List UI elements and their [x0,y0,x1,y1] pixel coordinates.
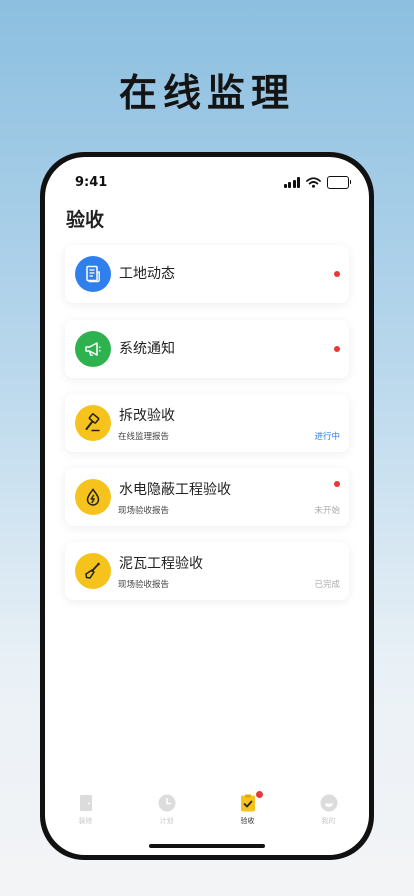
card-title: 拆改验收 [119,408,175,424]
tab-plan[interactable]: 计划 [137,793,197,833]
battery-icon [327,175,351,189]
hammer-icon [75,405,111,441]
card-title: 泥瓦工程验收 [119,556,203,572]
checklist-icon [240,794,255,812]
bolt-drop-icon [75,479,111,515]
promo-headline: 在线监理 [118,71,295,115]
status-badge: 已完成 [314,580,340,590]
wifi-icon [306,176,321,188]
cellular-signal-icon [283,176,300,188]
home-indicator [149,844,265,848]
status-bar: 9:41 [75,173,351,191]
card-demolition-acceptance[interactable]: 拆改验收 在线监理报告 进行中 [65,394,349,452]
card-plumbing-electrical-acceptance[interactable]: 水电隐蔽工程验收 现场验收报告 未开始 [65,468,349,526]
status-badge: 未开始 [314,506,340,516]
status-time: 9:41 [75,174,108,190]
tab-badge [255,791,263,798]
trowel-icon [75,553,111,589]
tab-renovation[interactable]: 装修 [56,793,116,833]
card-subtitle: 在线监理报告 [118,432,170,442]
card-site-updates[interactable]: 工地动态 [65,245,349,303]
document-icon [75,256,111,292]
tab-acceptance[interactable]: 验收 [218,791,278,833]
card-title: 系统通知 [119,341,175,357]
card-title: 工地动态 [119,266,175,282]
tab-label: 验收 [240,817,255,825]
tab-label: 我的 [321,817,336,825]
smiley-icon [320,794,337,812]
card-masonry-acceptance[interactable]: 泥瓦工程验收 现场验收报告 已完成 [65,542,349,600]
card-title: 水电隐蔽工程验收 [119,482,231,498]
unread-dot [334,481,340,487]
tab-label: 装修 [78,817,93,825]
card-subtitle: 现场验收报告 [118,580,170,590]
phone-screen: 9:41 验收 工地动态 系统通知 拆改验收 在线监理报告 进行中 水电隐蔽工程… [45,157,369,855]
status-badge: 进行中 [314,432,340,442]
door-icon [79,795,92,811]
unread-dot [334,271,340,277]
tab-mine[interactable]: 我的 [299,793,359,833]
card-subtitle: 现场验收报告 [118,506,170,516]
page-title: 验收 [66,209,105,231]
clock-icon [158,794,175,812]
tab-label: 计划 [159,817,174,825]
tab-bar: 装修 计划 验收 我的 [45,791,369,833]
megaphone-icon [75,331,111,367]
phone-frame: 9:41 验收 工地动态 系统通知 拆改验收 在线监理报告 进行中 水电隐蔽工程… [40,152,374,860]
unread-dot [334,346,340,352]
card-system-notifications[interactable]: 系统通知 [65,320,349,378]
